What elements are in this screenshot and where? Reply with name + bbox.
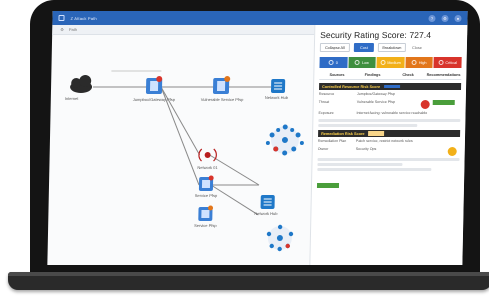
node-label: Service Pfsp (194, 193, 218, 198)
node-label: Network Hub (264, 95, 289, 100)
app-icon (58, 15, 65, 21)
laptop-frame: Z Attack Path ? ⚙ ● ⚙ Path Internet Jump… (8, 0, 489, 297)
cluster-icon (266, 224, 294, 252)
detail-row: Resource Jumpbox/Gateway Pfsp (318, 92, 395, 96)
section-title: Controlled Resource Risk Score (322, 84, 381, 89)
settings-icon[interactable]: ⚙ (441, 14, 449, 22)
severity-badge (447, 147, 457, 156)
severity-segment[interactable]: Critical (433, 57, 462, 68)
network-hub-icon (260, 195, 275, 209)
server-node-icon (198, 175, 214, 191)
node-label: Network Hub (254, 211, 278, 216)
tab-check[interactable]: Check (390, 71, 426, 79)
attack-path-canvas[interactable]: Internet Jumpbox/Gateway Pfsp Vulnerable… (47, 35, 314, 265)
panel-tabs: Sources Findings Check Recommendations (319, 71, 462, 80)
breakdown-button[interactable]: Breakdown (377, 43, 406, 52)
server-node-icon (145, 76, 163, 94)
user-icon[interactable]: ● (454, 14, 462, 22)
cost-button[interactable]: Cost (353, 43, 374, 52)
laptop-base-edge (8, 272, 489, 276)
node-label: Vulnerable Service Pfsp (200, 97, 244, 102)
network-hub-icon (270, 79, 286, 93)
details-panel: Security Rating Score: 727.4 Collapse Al… (309, 25, 468, 265)
severity-segment[interactable]: High (405, 57, 434, 68)
severity-rating-bar: 0 Low Medium High Critical (319, 57, 462, 68)
graph-svg (70, 70, 304, 252)
detail-row: Exposure Internet-facing: vulnerable ser… (318, 111, 428, 115)
severity-badge (420, 100, 430, 109)
breadcrumb-path[interactable]: Path (69, 27, 77, 32)
status-chip (316, 183, 340, 188)
close-button[interactable]: Close (410, 43, 424, 52)
panel-title: Security Rating Score: 727.4 (320, 30, 432, 40)
node-label: Network 01 (197, 165, 218, 170)
app-screen: Z Attack Path ? ⚙ ● ⚙ Path Internet Jump… (47, 11, 468, 265)
section-header[interactable]: Remediation Risk Score (318, 130, 461, 137)
tab-findings[interactable]: Findings (355, 71, 391, 79)
panel-toolbar: Collapse All Cost Breakdown Close (319, 43, 462, 52)
node-label: Service Pfsp (194, 223, 217, 228)
side-note (432, 100, 461, 106)
node-label: Internet (64, 96, 79, 101)
severity-segment[interactable]: 0 (319, 57, 348, 68)
cluster-icon (265, 124, 304, 156)
gear-icon[interactable]: ⚙ (60, 27, 64, 32)
section-indicator (384, 85, 401, 88)
window-title: Z Attack Path (70, 15, 97, 21)
tab-sources[interactable]: Sources (319, 71, 355, 79)
severity-segment[interactable]: Medium (376, 57, 405, 68)
title-bar: Z Attack Path ? ⚙ ● (52, 11, 468, 25)
section-header[interactable]: Controlled Resource Risk Score (319, 83, 462, 90)
server-node-icon (198, 205, 214, 221)
section-indicator (368, 131, 385, 136)
server-node-icon (212, 76, 231, 94)
detail-row: Remediation Plan Patch service, restrict… (317, 139, 413, 143)
section-title: Remediation Risk Score (321, 131, 365, 136)
alert-beacon-icon (198, 148, 217, 162)
severity-segment[interactable]: Low (348, 57, 376, 68)
detail-row: Threat Vulnerable Service Pfsp (319, 100, 461, 109)
node-label: Jumpbox/Gateway Pfsp (132, 97, 176, 102)
tab-recommendations[interactable]: Recommendations (426, 71, 462, 79)
help-icon[interactable]: ? (428, 14, 436, 22)
detail-row: Owner Security Ops (318, 147, 460, 156)
collapse-button[interactable]: Collapse All (319, 43, 350, 52)
cloud-icon (70, 75, 93, 93)
